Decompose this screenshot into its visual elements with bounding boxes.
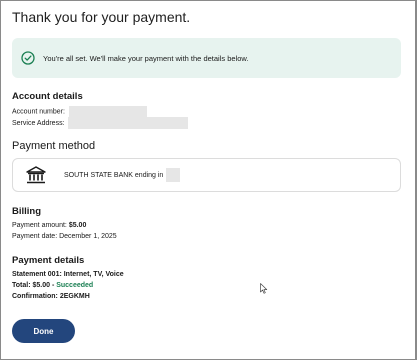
mouse-cursor-icon (260, 283, 268, 294)
payment-method-card: SOUTH STATE BANK ending in (12, 158, 401, 192)
page-title: Thank you for your payment. (12, 9, 191, 25)
payment-amount-row: Payment amount: $5.00 (12, 222, 86, 229)
bank-last-digits-redacted (166, 168, 181, 182)
payment-amount-label: Payment amount: (12, 222, 67, 229)
service-address-redacted (68, 117, 189, 129)
payment-method-heading: Payment method (12, 140, 96, 152)
account-number-label: Account number: (12, 108, 65, 116)
payment-date-label: Payment date: (12, 233, 58, 240)
billing-heading: Billing (12, 206, 42, 217)
done-button[interactable]: Done (12, 319, 75, 343)
statement-line: Statement 001: Internet, TV, Voice (12, 271, 124, 278)
service-address-row: Service Address: (12, 117, 189, 129)
total-label: Total: $5.00 - (12, 282, 57, 289)
account-number-redacted (68, 106, 147, 117)
bank-account-text: SOUTH STATE BANK ending in (64, 171, 164, 179)
success-message: You're all set. We'll make your payment … (43, 53, 249, 63)
payment-confirmation-panel: Thank you for your payment. You're all s… (0, 0, 417, 360)
bank-icon (26, 166, 46, 184)
payment-details-heading: Payment details (12, 255, 85, 266)
payment-amount-value: $5.00 (68, 222, 87, 229)
status-succeeded: Succeeded (56, 282, 94, 289)
confirmation-line: Confirmation: 2EGKMH (12, 293, 90, 300)
success-alert: You're all set. We'll make your payment … (12, 38, 401, 78)
account-details-heading: Account details (12, 91, 83, 102)
total-row: Total: $5.00 - Succeeded (12, 282, 93, 289)
account-number-row: Account number: (12, 106, 147, 117)
payment-date-row: Payment date: December 1, 2025 (12, 233, 117, 240)
service-address-label: Service Address: (12, 119, 65, 127)
payment-date-value: December 1, 2025 (59, 233, 117, 240)
check-circle-icon (21, 51, 35, 65)
